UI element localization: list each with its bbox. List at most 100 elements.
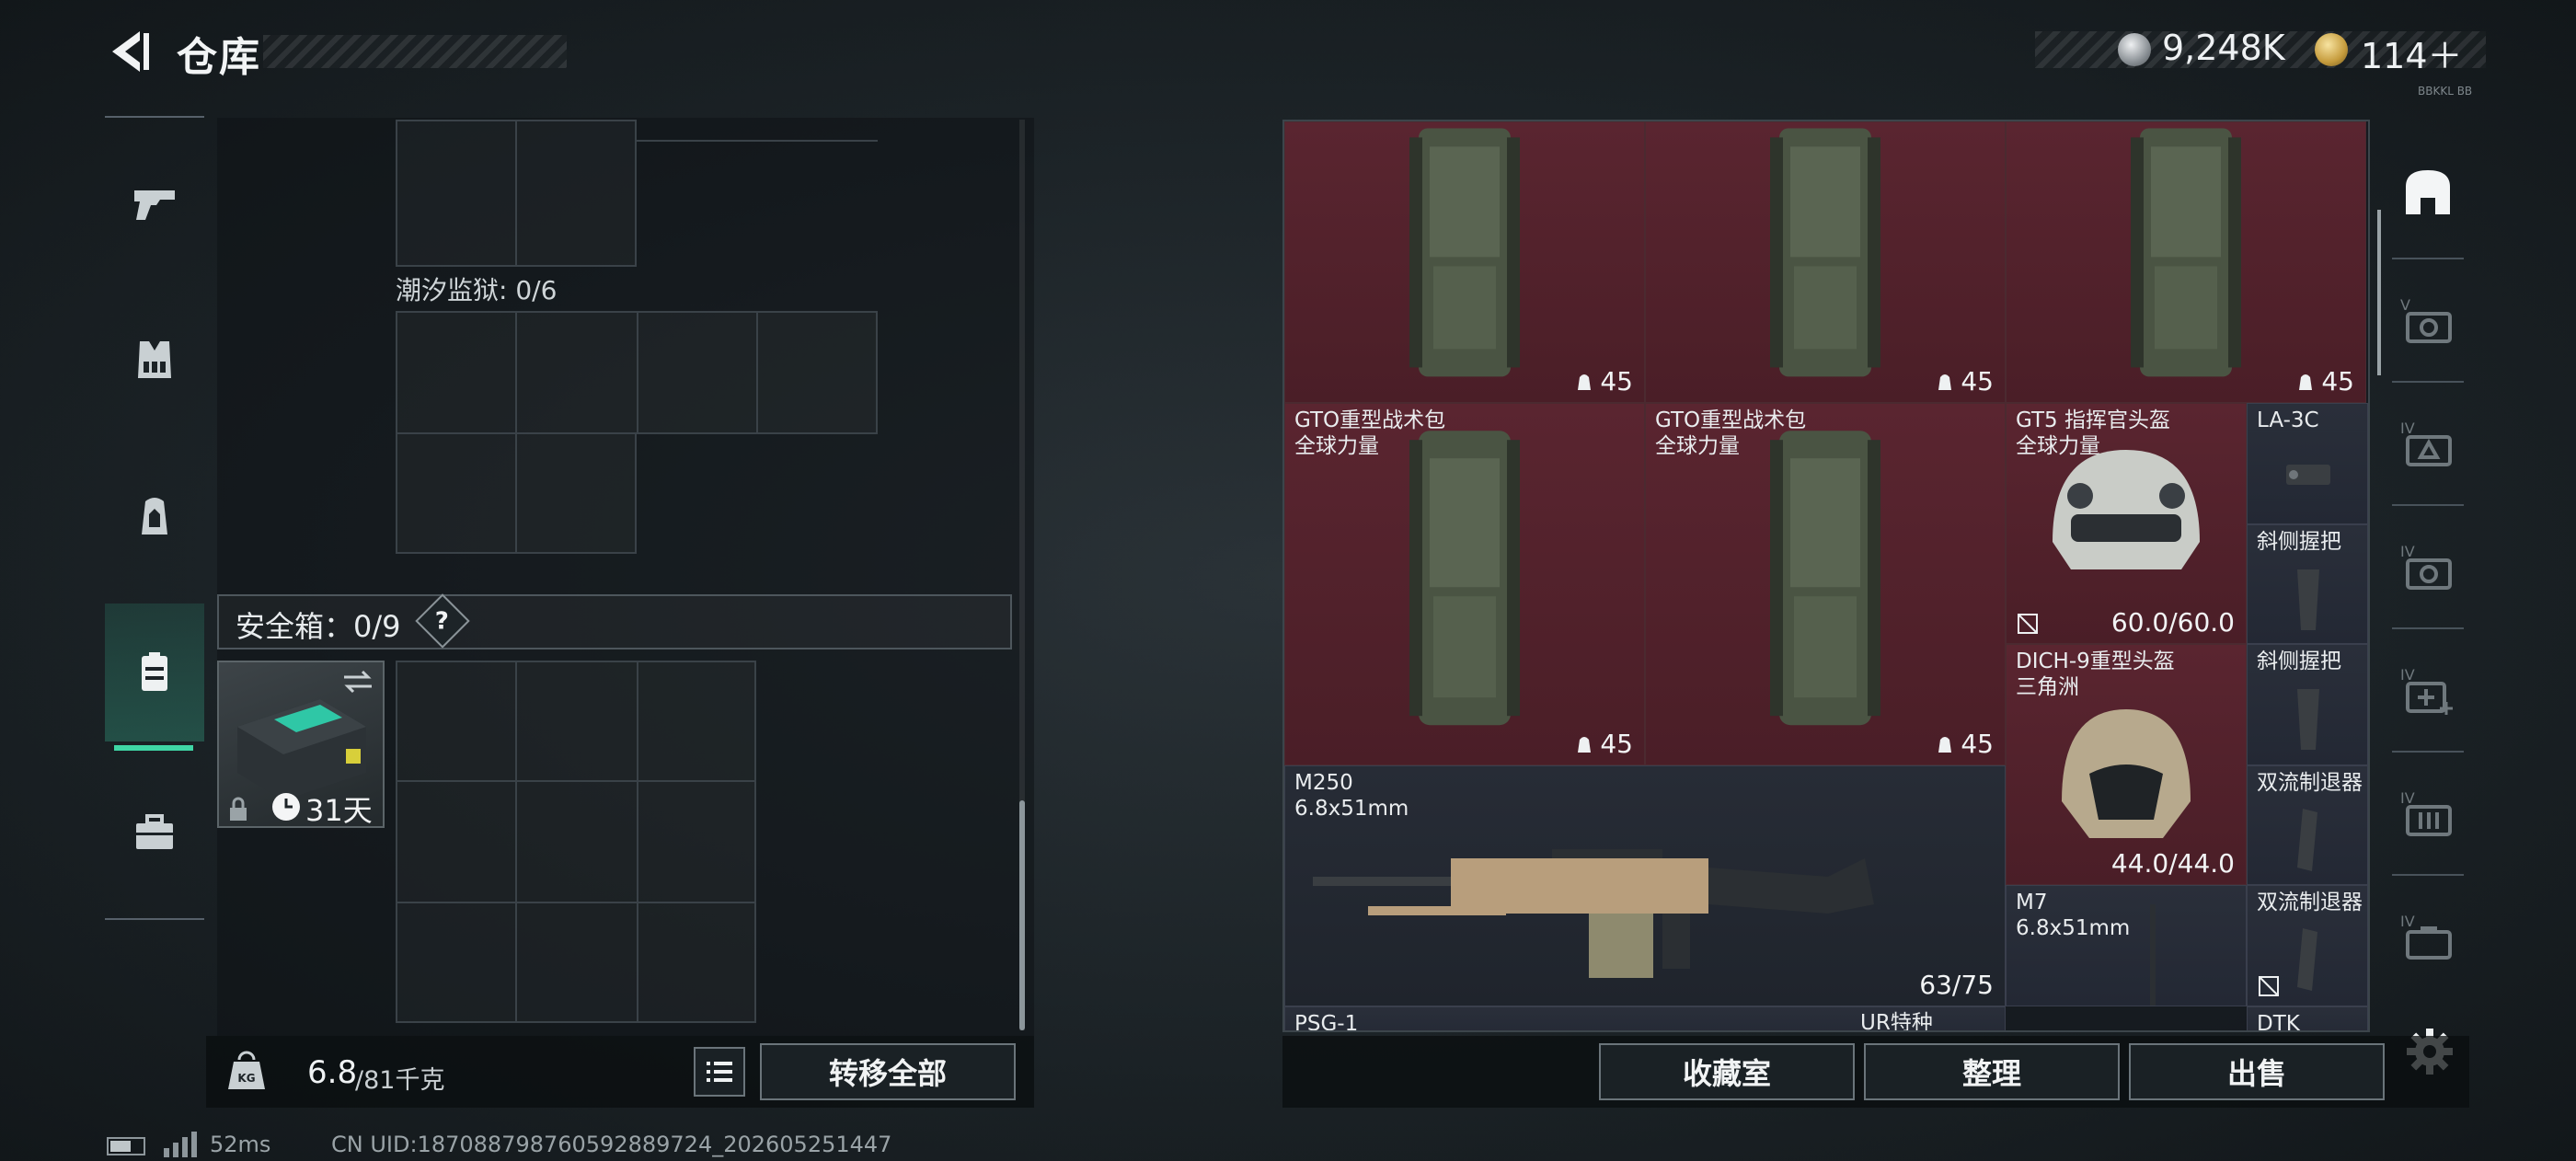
stash-item-backpack[interactable]: 45 [2006, 121, 2366, 403]
svg-text:KG: KG [237, 1072, 255, 1085]
grid-divider [637, 140, 878, 142]
camera-mod-icon-2: IV [2400, 543, 2452, 590]
helmet-image [2062, 709, 2191, 838]
rail-item-weapons[interactable] [105, 134, 204, 272]
rr-item-mod-6[interactable]: IV [2386, 878, 2469, 997]
rail-item-toolbox[interactable] [105, 764, 204, 902]
no-repair-icon [2018, 614, 2038, 634]
weight-icon: KG [226, 1049, 267, 1093]
page-title: 仓库 [177, 34, 261, 81]
no-repair-icon [2259, 976, 2279, 996]
safebox-grid[interactable] [396, 661, 756, 1023]
stash-scrollbar-thumb[interactable] [2377, 210, 2381, 375]
clock-icon [272, 793, 300, 821]
rr-item-home[interactable] [2386, 132, 2469, 252]
item-name: 双流制退器 [2257, 891, 2363, 914]
safebox-duration: 31天 [305, 793, 373, 828]
active-indicator [114, 745, 193, 751]
item-name: PSG-1 [1294, 1012, 1359, 1032]
home-icon [2406, 170, 2450, 214]
stash-item-m7[interactable]: M7 6.8x51mm [2006, 885, 2247, 1006]
backpack-image [2131, 128, 2241, 377]
rr-item-mod-3[interactable]: IV [2386, 508, 2469, 627]
stash-item-muzzle-brake[interactable]: 双流制退器 [2247, 765, 2368, 885]
machine-gun-image [1313, 849, 1874, 978]
scrollbar-thumb[interactable] [1019, 800, 1025, 1030]
svg-text:IV: IV [2400, 789, 2415, 807]
backpack-icon [142, 498, 167, 535]
uid-text: CN UID:187088798760592889724_20260525144… [331, 1132, 892, 1157]
stack-count: 45 [1935, 729, 1994, 759]
stack-count: 45 [1574, 729, 1633, 759]
rail-divider [2392, 504, 2464, 506]
laser-attachment-image [2286, 465, 2330, 485]
backpack-image [1770, 128, 1880, 377]
grid-divider [396, 902, 756, 903]
stash-item-gt5-helmet[interactable]: GT5 指挥官头盔 全球力量 60.0/60.0 [2006, 403, 2247, 644]
grid-divider [515, 661, 517, 1023]
transfer-all-button[interactable]: 转移全部 [760, 1043, 1016, 1100]
item-name: LA-3C [2257, 408, 2319, 432]
svg-text:IV: IV [2400, 666, 2415, 684]
help-label: ? [434, 607, 449, 636]
sell-button[interactable]: 出售 [2129, 1043, 2385, 1100]
gun-icon [134, 190, 175, 220]
gold-currency-value[interactable]: 114＋ [2361, 28, 2463, 78]
rail-item-safebox[interactable] [105, 603, 204, 741]
list-icon [707, 1062, 732, 1082]
back-arrow-icon [112, 31, 149, 72]
rail-item-backpack[interactable] [105, 447, 204, 585]
rail-top-line [105, 116, 204, 118]
stash-item-dtk[interactable]: DTK [2247, 1006, 2368, 1030]
stash-item-gto-backpack[interactable]: GTO重型战术包 全球力量 45 [1645, 403, 2006, 765]
tidal-prison-label: 潮汐监狱: 0/6 [396, 275, 558, 305]
title-decoration [263, 35, 567, 68]
stash-item-angled-grip[interactable]: 斜侧握把 [2247, 644, 2368, 765]
rifle-image [2150, 904, 2156, 1006]
ping-text: 52ms [210, 1132, 271, 1157]
rr-item-mod-1[interactable]: V [2386, 261, 2469, 381]
stash-item-muzzle-brake[interactable]: 双流制退器 [2247, 885, 2368, 1006]
medkit-mod-icon: IV [2400, 666, 2453, 715]
svg-text:IV: IV [2400, 543, 2415, 560]
stash-item-backpack[interactable]: 45 [1284, 121, 1645, 403]
battery-level [110, 1141, 131, 1152]
lock-icon [228, 797, 248, 822]
stash-item-gto-backpack[interactable]: GTO重型战术包 全球力量 45 [1284, 403, 1645, 765]
list-view-button[interactable] [694, 1047, 745, 1097]
stash-item-backpack[interactable]: 45 [1645, 121, 2006, 403]
silver-currency-value: 9,248K [2162, 28, 2285, 68]
muzzle-image [2297, 809, 2317, 871]
backpack-small-icon [1578, 374, 1592, 390]
rr-item-mod-5[interactable]: IV [2386, 754, 2469, 874]
grid-divider [756, 311, 758, 434]
signal-icon [162, 1130, 199, 1157]
rr-item-mod-2[interactable]: IV [2386, 385, 2469, 504]
gold-triangle-coin-icon [2315, 33, 2348, 66]
version-text: BBKKL BB [2418, 85, 2473, 98]
helmet-image [2053, 450, 2200, 569]
rail-divider [2392, 874, 2464, 876]
stash-item-dich9-helmet[interactable]: DICH-9重型头盔 三角洲 44.0/44.0 [2006, 644, 2247, 885]
stash-item-ur[interactable]: UR特种 [1836, 1006, 2247, 1030]
collection-room-button[interactable]: 收藏室 [1599, 1043, 1855, 1100]
stash-grid: 45 45 45 GTO重型战术包 全球力量 45 GTO重型战术包 全球力量 … [1282, 120, 2370, 1032]
backpack-small-icon [1938, 736, 1952, 753]
sort-button[interactable]: 整理 [1864, 1043, 2120, 1100]
rail-item-armor[interactable] [105, 291, 204, 429]
svg-text:V: V [2400, 296, 2410, 314]
backpack-small-icon [2299, 374, 2313, 390]
stash-item-la3c[interactable]: LA-3C [2247, 403, 2368, 524]
rail-divider [2392, 751, 2464, 753]
backpack-small-icon [1578, 736, 1592, 753]
grid-divider [637, 311, 638, 434]
safebox-label: 安全箱：0/9 [236, 609, 401, 644]
back-button[interactable] [103, 26, 153, 77]
grid-divider [515, 120, 517, 267]
silver-coin-icon [2118, 33, 2151, 66]
rr-item-mod-4[interactable]: IV [2386, 631, 2469, 751]
stack-count: 45 [2295, 366, 2354, 397]
stash-item-angled-grip[interactable]: 斜侧握把 [2247, 524, 2368, 644]
swap-icon[interactable] [340, 668, 375, 695]
stash-item-m250[interactable]: M250 6.8x51mm 63/75 [1284, 765, 2006, 1006]
